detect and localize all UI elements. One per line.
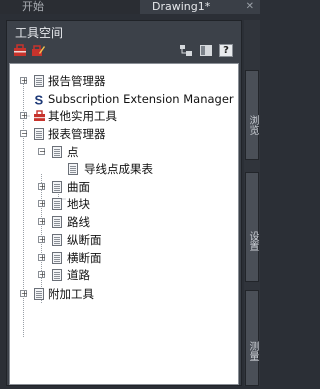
expand-plus-icon[interactable]: + (38, 254, 46, 262)
expand-plus-icon[interactable]: + (38, 236, 46, 244)
document-icon (52, 181, 62, 193)
toolbox-icon (34, 110, 45, 121)
tab-drawing1-label: Drawing1* (152, 0, 211, 13)
tree-item-misc-utilities[interactable]: + 其他实用工具 (10, 108, 238, 125)
tree-item-reports-manager[interactable]: − 报表管理器 (10, 126, 238, 143)
panel-toolbar: ? (7, 41, 243, 61)
tree-item-label: 点 (67, 145, 79, 159)
panel-title: 工具空间 (15, 26, 64, 40)
expand-plus-icon[interactable]: + (38, 218, 46, 226)
tree-item-label: Subscription Extension Manager (48, 92, 234, 106)
tree-item-corridors[interactable]: + 道路 (10, 267, 238, 284)
tree-item-alignments[interactable]: + 路线 (10, 214, 238, 231)
tree-item-label: 报告管理器 (48, 74, 106, 88)
document-icon (34, 128, 44, 140)
tab-drawing1[interactable]: Drawing1* ✕ (140, 0, 260, 14)
help-icon[interactable]: ? (219, 44, 233, 57)
tree-item-label: 导线点成果表 (84, 162, 153, 176)
collapse-minus-icon[interactable]: − (38, 148, 46, 156)
document-icon (68, 163, 78, 175)
tab-bar: 开始 Drawing1* ✕ (0, 0, 260, 14)
document-icon (34, 75, 44, 87)
tree-item-parcels[interactable]: + 地块 (10, 196, 238, 213)
document-icon (52, 269, 62, 281)
tree-item-label: 其他实用工具 (48, 109, 117, 123)
item-view-icon[interactable] (199, 44, 213, 57)
close-icon[interactable]: ✕ (246, 0, 254, 14)
toolbox-tree: + 报告管理器 S Subscription Extension Manager… (9, 63, 239, 385)
document-icon (52, 252, 62, 264)
svg-text:S: S (35, 93, 44, 106)
side-tab-settings[interactable]: 设置 (245, 172, 259, 282)
tree-item-profiles[interactable]: + 纵断面 (10, 232, 238, 249)
tree-item-label: 纵断面 (67, 233, 102, 247)
expand-plus-icon[interactable]: + (38, 271, 46, 279)
document-icon (34, 288, 44, 300)
tree-item-label: 附加工具 (48, 287, 94, 301)
expand-plus-icon[interactable]: + (38, 183, 46, 191)
subscription-s-icon: S (35, 93, 44, 106)
collapse-minus-icon[interactable]: − (20, 130, 28, 138)
tab-start[interactable]: 开始 (22, 0, 44, 14)
tree-item-label: 路线 (67, 215, 90, 229)
tree-item-traverse-point-report[interactable]: 导线点成果表 (10, 161, 238, 178)
expand-plus-icon[interactable]: + (20, 112, 28, 120)
tree-item-label: 报表管理器 (48, 127, 106, 141)
expand-plus-icon[interactable]: + (20, 77, 28, 85)
tree-item-points[interactable]: − 点 (10, 144, 238, 161)
side-tab-strip: 浏览 设置 测量 (244, 20, 260, 386)
tree-item-label: 地块 (67, 197, 90, 211)
tree-item-report-manager[interactable]: + 报告管理器 (10, 73, 238, 90)
side-tab-survey[interactable]: 测量 (245, 290, 259, 386)
tree-item-label: 横断面 (67, 251, 102, 265)
tree-item-label: 曲面 (67, 180, 90, 194)
document-icon (52, 198, 62, 210)
tree-item-subscription-extension-manager[interactable]: S Subscription Extension Manager (10, 91, 238, 108)
side-tab-browse[interactable]: 浏览 (245, 70, 259, 160)
expand-plus-icon[interactable]: + (20, 290, 28, 298)
tree-item-surfaces[interactable]: + 曲面 (10, 179, 238, 196)
document-icon (52, 146, 62, 158)
tree-item-cross-sections[interactable]: + 横断面 (10, 250, 238, 267)
toolbox-icon[interactable] (13, 44, 27, 57)
edit-toolbox-icon[interactable] (31, 44, 45, 57)
tree-item-additional-tools[interactable]: + 附加工具 (10, 286, 238, 303)
tree-item-label: 道路 (67, 268, 90, 282)
tree-view-icon[interactable] (179, 44, 193, 57)
expand-plus-icon[interactable]: + (38, 200, 46, 208)
toolspace-panel: 工具空间 ? + 报告管理器 S Subscription Extension … (6, 20, 242, 386)
document-icon (52, 234, 62, 246)
document-icon (52, 216, 62, 228)
